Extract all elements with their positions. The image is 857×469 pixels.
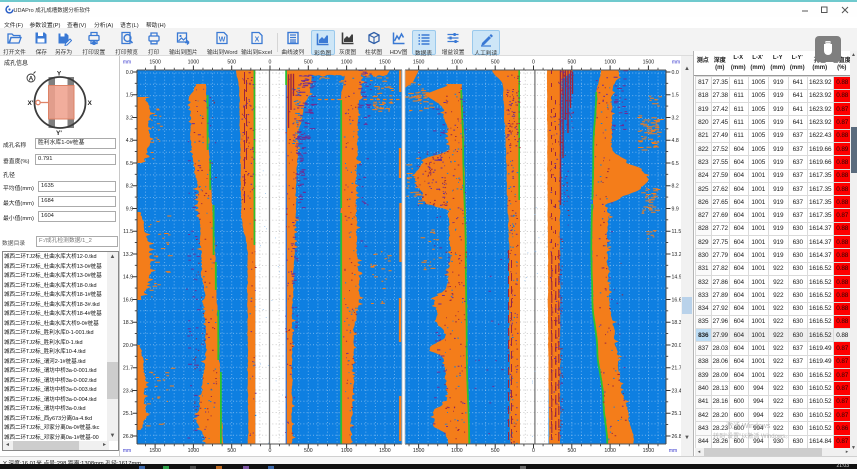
svg-text:18.3: 18.3 [123, 320, 133, 326]
svg-text:500: 500 [227, 448, 236, 454]
svg-text:W: W [219, 37, 226, 44]
svg-text:1500: 1500 [413, 448, 425, 454]
svg-text:500: 500 [567, 60, 576, 66]
svg-text:6.5: 6.5 [126, 161, 133, 167]
svg-text:21.7: 21.7 [123, 366, 133, 372]
svg-text:500: 500 [304, 60, 313, 66]
svg-text:23.4: 23.4 [123, 388, 133, 394]
svg-text:4.8: 4.8 [126, 138, 133, 144]
svg-text:Y': Y' [56, 130, 62, 136]
svg-text:1500: 1500 [643, 60, 655, 66]
svg-text:16.6: 16.6 [123, 297, 133, 303]
svg-text:1.5: 1.5 [672, 93, 679, 99]
svg-text:mm: mm [672, 60, 680, 66]
svg-text:500: 500 [491, 60, 500, 66]
svg-text:500: 500 [227, 60, 236, 66]
svg-text:500: 500 [304, 448, 313, 454]
svg-text:1000: 1000 [188, 60, 200, 66]
svg-text:3.2: 3.2 [126, 115, 133, 121]
svg-text:0: 0 [269, 448, 272, 454]
svg-text:20.0: 20.0 [123, 343, 133, 349]
svg-text:X: X [88, 100, 93, 107]
svg-text:1500: 1500 [413, 60, 425, 66]
svg-text:1500: 1500 [149, 448, 161, 454]
svg-text:0: 0 [532, 60, 535, 66]
svg-text:X: X [254, 37, 259, 44]
svg-text:4.8: 4.8 [672, 138, 679, 144]
svg-text:1000: 1000 [451, 60, 463, 66]
svg-text:8.2: 8.2 [126, 184, 133, 190]
svg-text:1500: 1500 [379, 448, 391, 454]
svg-text:X': X' [28, 100, 34, 107]
svg-text:1000: 1000 [604, 448, 616, 454]
svg-text:500: 500 [491, 448, 500, 454]
svg-text:mm: mm [123, 60, 131, 66]
svg-text:0.0: 0.0 [672, 70, 679, 76]
svg-text:3.2: 3.2 [672, 115, 679, 121]
svg-text:9.9: 9.9 [672, 206, 679, 212]
svg-text:11.5: 11.5 [123, 229, 133, 235]
svg-text:26.8: 26.8 [123, 434, 133, 440]
svg-text:mm: mm [669, 448, 677, 454]
svg-text:1500: 1500 [149, 60, 161, 66]
svg-text:1.5: 1.5 [126, 93, 133, 99]
svg-text:A: A [29, 76, 34, 83]
svg-text:8.2: 8.2 [672, 184, 679, 190]
svg-text:500: 500 [567, 448, 576, 454]
svg-text:13.2: 13.2 [123, 252, 133, 258]
svg-text:1000: 1000 [341, 60, 353, 66]
svg-text:9.9: 9.9 [126, 206, 133, 212]
svg-text:1500: 1500 [643, 448, 655, 454]
svg-text:6.5: 6.5 [672, 161, 679, 167]
svg-text:0: 0 [269, 60, 272, 66]
svg-text:25.1: 25.1 [123, 411, 133, 417]
svg-text:1500: 1500 [379, 60, 391, 66]
svg-text:1000: 1000 [451, 448, 463, 454]
svg-text:Y: Y [57, 71, 62, 78]
svg-text:1000: 1000 [341, 448, 353, 454]
svg-text:11.5: 11.5 [672, 229, 682, 235]
svg-text:1000: 1000 [604, 60, 616, 66]
svg-text:14.9: 14.9 [123, 275, 133, 281]
svg-text:mm: mm [123, 448, 131, 454]
svg-text:0.0: 0.0 [126, 70, 133, 76]
svg-text:0: 0 [532, 448, 535, 454]
svg-text:1000: 1000 [188, 448, 200, 454]
